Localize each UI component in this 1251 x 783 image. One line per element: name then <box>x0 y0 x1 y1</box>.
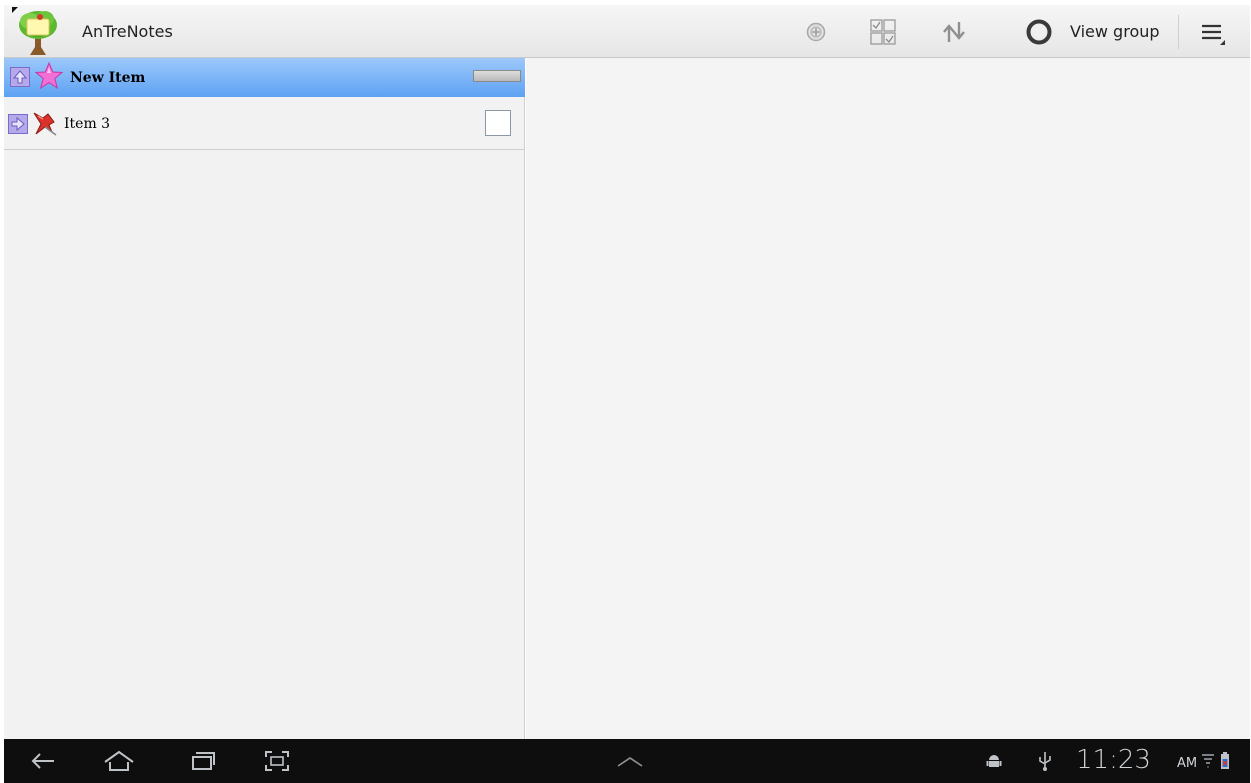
wifi-icon <box>1200 746 1216 776</box>
pushpin-icon <box>30 108 58 136</box>
recent-apps-icon[interactable] <box>184 746 222 776</box>
list-item[interactable]: Item 3 <box>4 98 525 150</box>
status-ampm: AM <box>1177 756 1198 771</box>
star-icon <box>34 61 64 90</box>
checklist-grid-icon[interactable] <box>868 17 898 47</box>
status-clock: 11:23 <box>1076 745 1151 775</box>
toolbar-divider <box>1178 15 1179 49</box>
add-circle-icon[interactable] <box>801 17 831 47</box>
progress-bar <box>473 70 521 82</box>
overflow-menu-icon[interactable] <box>1198 17 1228 47</box>
item-label: Item 3 <box>64 116 111 132</box>
view-group-button[interactable]: View group <box>1070 22 1160 41</box>
home-icon[interactable] <box>100 746 138 776</box>
app-tree-logo-icon[interactable] <box>12 7 64 57</box>
expand-up-icon[interactable] <box>611 746 649 776</box>
item-label: New Item <box>70 70 146 86</box>
screenshot-icon[interactable] <box>258 746 296 776</box>
back-icon[interactable] <box>24 746 62 776</box>
app-title: AnTreNotes <box>82 22 173 41</box>
detail-pane <box>526 58 1250 739</box>
view-group-ring-icon[interactable] <box>1024 17 1054 47</box>
item-list: New Item Item 3 <box>4 58 525 739</box>
android-debug-icon <box>981 746 1007 776</box>
sort-arrows-icon[interactable] <box>940 17 970 47</box>
list-item-selected[interactable]: New Item <box>4 58 525 97</box>
action-bar: AnTreNotes View group <box>4 5 1250 58</box>
system-navigation-bar: 11:23 AM <box>4 739 1250 783</box>
usb-icon <box>1032 746 1058 776</box>
battery-icon <box>1216 746 1234 776</box>
move-up-icon[interactable] <box>10 67 30 87</box>
move-right-icon[interactable] <box>8 114 28 134</box>
item-checkbox[interactable] <box>485 110 511 136</box>
